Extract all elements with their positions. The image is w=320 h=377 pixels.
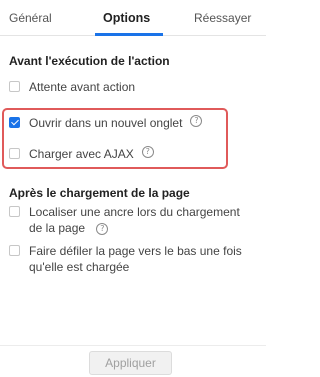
open-new-tab-label: Ouvrir dans un nouvel onglet bbox=[29, 116, 183, 130]
section-title-after-load: Après le chargement de la page bbox=[9, 186, 190, 200]
locate-anchor-label-line2: de la page bbox=[29, 221, 86, 235]
help-icon[interactable]: ? bbox=[190, 115, 203, 127]
tab-bar: Général Options Réessayer bbox=[0, 0, 266, 36]
option-wait-before-action[interactable]: Attente avant action bbox=[9, 79, 135, 95]
tab-options[interactable]: Options bbox=[103, 11, 150, 25]
tab-retry[interactable]: Réessayer bbox=[194, 11, 251, 25]
locate-anchor-label-line1: Localiser une ancre lors du chargement bbox=[29, 205, 240, 219]
tab-general[interactable]: Général bbox=[9, 11, 52, 25]
locate-anchor-checkbox[interactable] bbox=[9, 206, 20, 217]
open-new-tab-checkbox[interactable] bbox=[9, 117, 20, 128]
load-ajax-label: Charger avec AJAX bbox=[29, 147, 134, 161]
active-tab-indicator bbox=[95, 33, 163, 36]
option-load-ajax[interactable]: Charger avec AJAX ? bbox=[9, 146, 154, 162]
scroll-down-label-line1: Faire défiler la page vers le bas une fo… bbox=[29, 244, 242, 258]
locate-anchor-label: Localiser une ancre lors du chargement d… bbox=[29, 204, 240, 236]
option-locate-anchor[interactable]: Localiser une ancre lors du chargement d… bbox=[9, 204, 240, 236]
scroll-down-label: Faire défiler la page vers le bas une fo… bbox=[29, 243, 242, 275]
option-scroll-down[interactable]: Faire défiler la page vers le bas une fo… bbox=[9, 243, 242, 275]
apply-button[interactable]: Appliquer bbox=[89, 351, 172, 375]
wait-before-action-checkbox[interactable] bbox=[9, 81, 20, 92]
option-open-new-tab[interactable]: Ouvrir dans un nouvel onglet ? bbox=[9, 115, 203, 131]
help-icon[interactable]: ? bbox=[141, 146, 154, 158]
scroll-down-checkbox[interactable] bbox=[9, 245, 20, 256]
section-title-before-action: Avant l'exécution de l'action bbox=[9, 54, 170, 68]
load-ajax-checkbox[interactable] bbox=[9, 148, 20, 159]
wait-before-action-label: Attente avant action bbox=[29, 80, 136, 94]
help-icon[interactable]: ? bbox=[96, 223, 109, 235]
scroll-down-label-line2: qu'elle est chargée bbox=[29, 260, 130, 274]
footer-divider bbox=[0, 345, 266, 346]
